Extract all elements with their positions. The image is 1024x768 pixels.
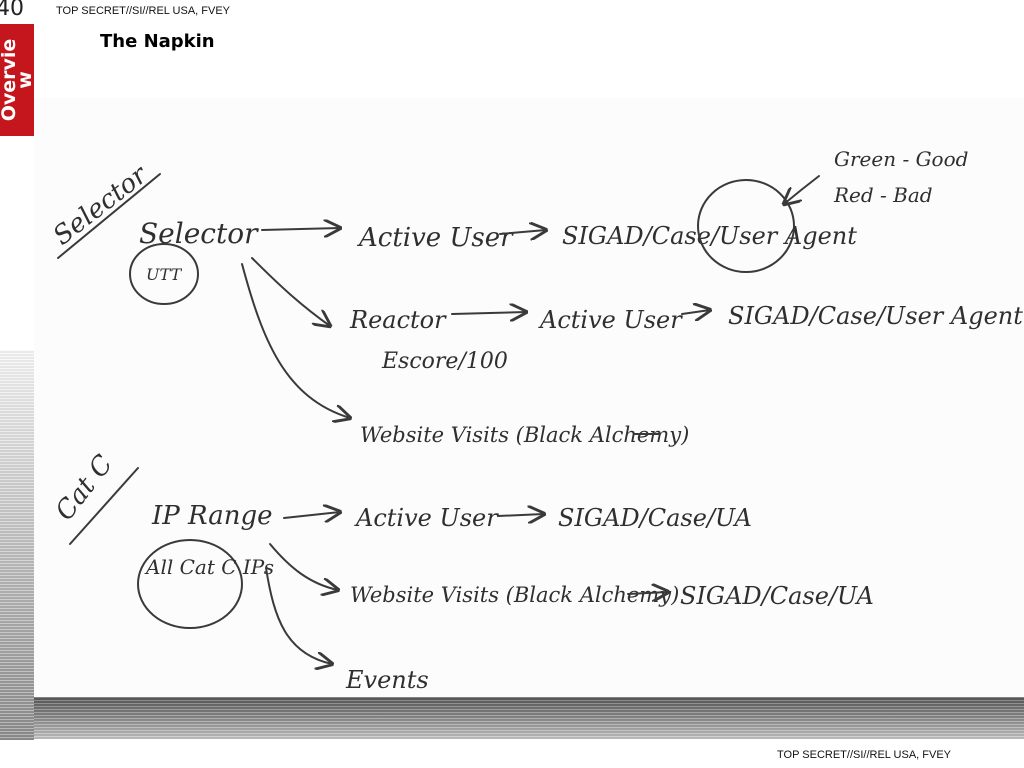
bottom-decorative-bar — [34, 697, 1024, 739]
selector-branch2-arrow-a — [251, 257, 330, 326]
catc-source-text: IP Range — [151, 501, 272, 531]
selector-branch2-node-2: Active User — [538, 306, 683, 334]
legend-green-text: Green - Good — [834, 147, 968, 171]
selector-branch2-arrow-b — [451, 312, 526, 314]
catc-source-note: All Cat C IPs — [144, 555, 274, 579]
catc-branch1-node-1: Active User — [354, 504, 499, 532]
selector-branch1-arrow-a — [261, 228, 340, 230]
catc-branch1-node-2: SIGAD/Case/UA — [558, 504, 752, 532]
catc-branch3-arrow — [265, 567, 332, 664]
section-tab: Overview — [0, 24, 36, 136]
side-decorative-bar — [0, 350, 34, 740]
selector-branch2-node-1: Reactor — [349, 306, 447, 334]
selector-branch2-node-1-score: Escore/100 — [381, 349, 508, 374]
catc-branch3-node-1: Events — [345, 666, 429, 694]
section-tab-label: Overview — [0, 38, 36, 122]
slide-title: The Napkin — [100, 31, 215, 52]
legend-arrow — [784, 175, 820, 204]
catc-branch1-arrow-a — [283, 512, 340, 518]
catc-source-circle — [137, 539, 243, 629]
selector-branch2-node-3: SIGAD/Case/User Agent — [728, 302, 1023, 330]
selector-branch1-node-2: SIGAD/Case/User Agent — [562, 222, 857, 250]
napkin-sketch-svg: Green - Good Red - Bad Selector Selector… — [48, 147, 1023, 694]
classification-banner-bottom: TOP SECRET//SI//REL USA, FVEY — [777, 749, 952, 761]
catc-branch2-arrow-a — [269, 543, 338, 590]
legend-red-text: Red - Bad — [833, 183, 933, 207]
catc-branch2-node-1: Website Visits (Black Alchemy) — [350, 583, 679, 607]
catc-margin-label: Cat C — [50, 449, 119, 526]
selector-branch3-arrow — [241, 263, 350, 418]
page-number: 40 — [0, 0, 24, 21]
catc-branch1-arrow-b — [497, 514, 544, 516]
catc-branch2-node-2: SIGAD/Case/UA — [680, 582, 874, 610]
classification-banner-top: TOP SECRET//SI//REL USA, FVEY — [56, 5, 231, 17]
napkin-sketch-image: Green - Good Red - Bad Selector Selector… — [34, 98, 1024, 697]
selector-branch1-node-1: Active User — [357, 223, 514, 253]
selector-branch2-arrow-c — [681, 310, 710, 314]
selector-source-note: UTT — [146, 265, 182, 284]
